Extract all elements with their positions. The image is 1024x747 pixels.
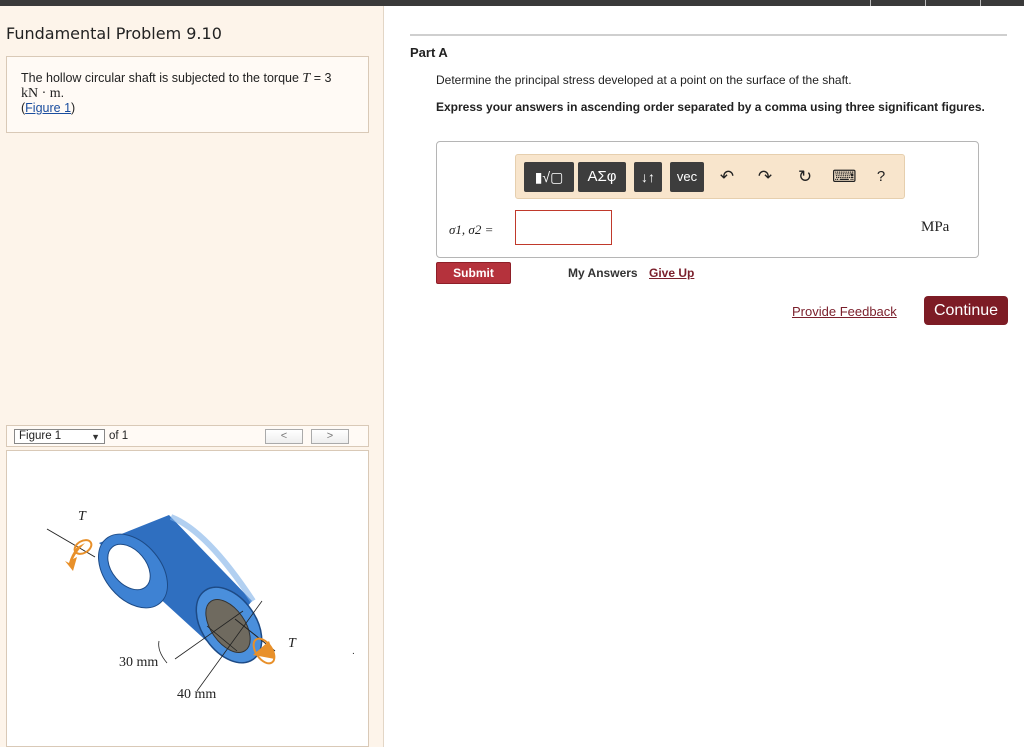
torque-label-right: T (288, 636, 296, 651)
next-figure-button[interactable]: > (311, 429, 349, 444)
torque-symbol: T (302, 71, 311, 86)
figure-link[interactable]: Figure 1 (25, 101, 71, 115)
keyboard-icon[interactable]: ⌨ (832, 165, 857, 189)
inner-dimension-label: 30 mm (119, 655, 159, 670)
figure-select[interactable]: Figure 1 ▼ (14, 429, 105, 444)
question-text: Determine the principal stress developed… (436, 73, 852, 87)
provide-feedback-link[interactable]: Provide Feedback (792, 304, 897, 319)
top-bar-tick (980, 0, 981, 6)
torque-unit: kN · m (21, 86, 61, 101)
prev-figure-button[interactable]: < (265, 429, 303, 444)
problem-text-prefix: The hollow circular shaft is subjected t… (21, 71, 299, 85)
redo-icon[interactable]: ↷ (754, 165, 776, 189)
shaft-axis-line-left (46, 528, 96, 558)
figure-select-value: Figure 1 (19, 430, 62, 442)
greek-symbols-button[interactable]: ΑΣφ (578, 162, 626, 192)
answer-area: ▮√▢ ΑΣφ ↓↑ vec ↶ ↷ ↻ ⌨ ? σ1, σ2 = MPa (436, 141, 979, 258)
figure-panel: . T T 30 mm 40 mm (6, 450, 369, 747)
problem-panel: Fundamental Problem 9.10 The hollow circ… (0, 6, 384, 747)
math-toolbar: ▮√▢ ΑΣφ ↓↑ vec ↶ ↷ ↻ ⌨ ? (515, 154, 905, 199)
reset-icon[interactable]: ↻ (794, 165, 816, 189)
figure-navigation: Figure 1 ▼ of 1 < > (6, 425, 369, 447)
stray-dot: . (352, 646, 355, 657)
problem-text: The hollow circular shaft is subjected t… (21, 71, 332, 115)
part-title: Part A (410, 45, 448, 60)
top-bar-tick (870, 0, 871, 6)
chevron-down-icon: ▼ (91, 432, 100, 442)
give-up-link[interactable]: Give Up (649, 266, 694, 280)
templates-button[interactable]: ▮√▢ (524, 162, 574, 192)
torque-value: = 3 (313, 71, 332, 85)
figure-count: of 1 (109, 430, 129, 442)
help-icon[interactable]: ? (870, 165, 892, 189)
dimension-arc (158, 640, 168, 664)
problem-title: Fundamental Problem 9.10 (6, 24, 222, 43)
undo-icon[interactable]: ↶ (716, 165, 738, 189)
answer-instructions: Express your answers in ascending order … (436, 100, 985, 114)
top-bar-tick (925, 0, 926, 6)
vector-button[interactable]: vec (670, 162, 704, 192)
continue-button[interactable]: Continue (924, 296, 1008, 325)
submit-button[interactable]: Submit (436, 262, 511, 284)
outer-dimension-label: 40 mm (177, 687, 217, 702)
answer-unit: MPa (921, 219, 950, 235)
torque-label-left: T (78, 509, 86, 524)
part-divider (410, 34, 1007, 36)
problem-statement: The hollow circular shaft is subjected t… (6, 56, 369, 133)
answer-input[interactable] (515, 210, 612, 245)
subscript-superscript-button[interactable]: ↓↑ (634, 162, 662, 192)
my-answers-link[interactable]: My Answers (568, 266, 638, 280)
answer-label: σ1, σ2 = (449, 222, 494, 237)
